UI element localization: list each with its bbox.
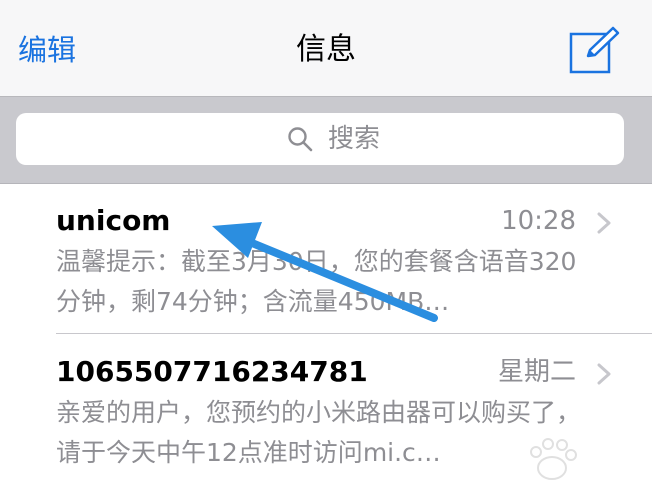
navigation-bar: 编辑 信息 (0, 0, 652, 97)
watermark-logo-icon (530, 438, 577, 480)
search-icon (288, 127, 313, 152)
message-time: 星期二 (497, 357, 576, 387)
message-preview: 温馨提示：截至3月30日，您的套餐含语音320分钟，剩74分钟；含流量450MB… (56, 247, 577, 316)
message-row-unicom[interactable]: unicom 10:28 温馨提示：截至3月30日，您的套餐含语音320分钟，剩… (0, 184, 652, 334)
message-sender: 1065507716234781 (56, 355, 368, 388)
search-bar-container: 搜索 (0, 97, 652, 184)
message-sender: unicom (56, 204, 171, 237)
compose-icon (569, 26, 620, 74)
chevron-right-icon (597, 363, 611, 385)
message-time: 10:28 (501, 206, 576, 236)
search-placeholder: 搜索 (328, 124, 381, 154)
search-input[interactable]: 搜索 (16, 113, 624, 165)
chevron-right-icon (597, 212, 611, 234)
messages-screen: 编辑 信息 搜索 unicom 10:28 温馨提示：截至3月30日，您的套餐含… (0, 0, 652, 499)
row-divider (56, 333, 652, 334)
page-title: 信息 (296, 32, 356, 67)
compose-button[interactable] (568, 26, 620, 74)
